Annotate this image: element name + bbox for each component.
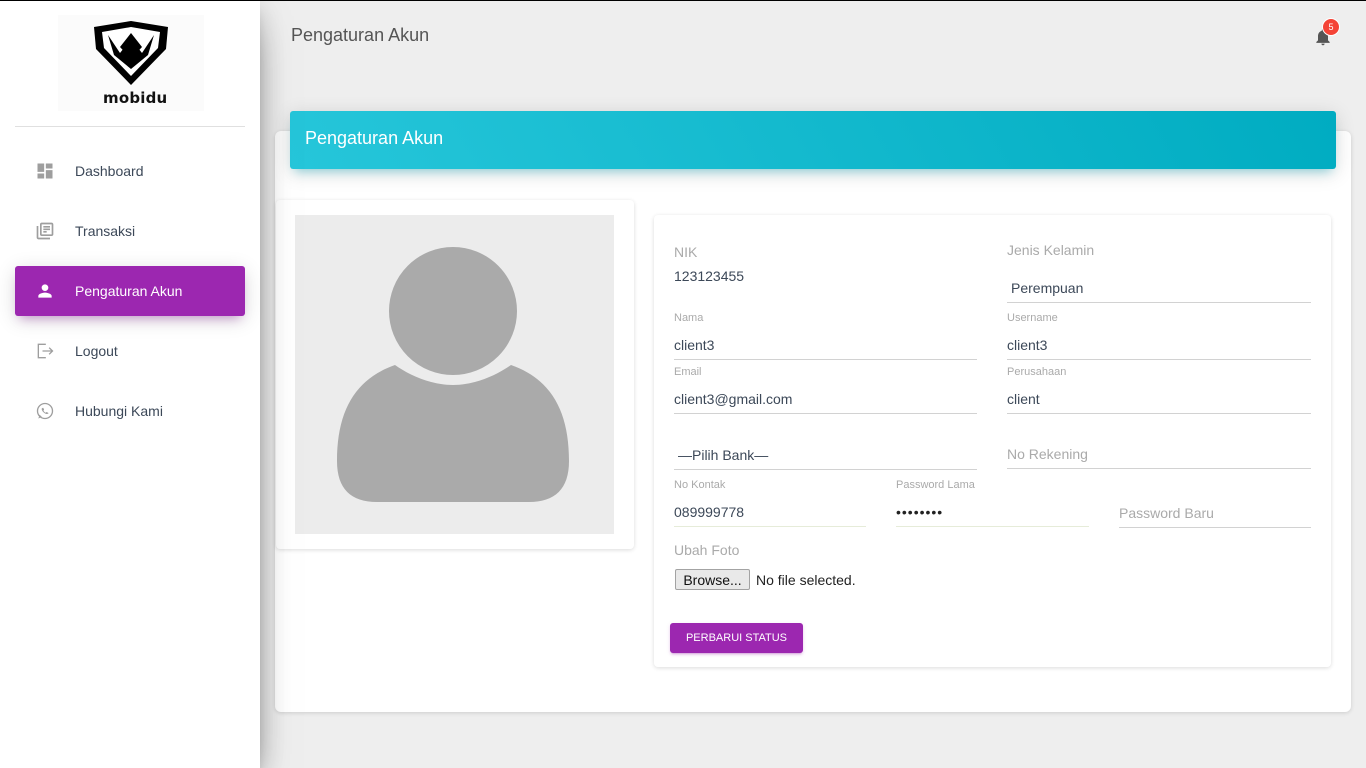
- name-label: Nama: [674, 312, 704, 324]
- sidebar-item-dashboard[interactable]: Dashboard: [15, 146, 245, 196]
- contact-field[interactable]: [674, 497, 866, 527]
- logout-icon: [35, 341, 55, 361]
- contact-label: No Kontak: [674, 479, 726, 491]
- account-number-field[interactable]: [1007, 439, 1311, 469]
- email-label: Email: [674, 366, 702, 378]
- dashboard-icon: [35, 161, 55, 181]
- sidebar-item-label: Dashboard: [75, 163, 144, 179]
- email-field[interactable]: [674, 384, 977, 414]
- gender-label: Jenis Kelamin: [1007, 242, 1095, 258]
- user-placeholder-icon: [337, 241, 569, 502]
- sidebar-divider: [15, 126, 245, 127]
- card-header: Pengaturan Akun: [290, 111, 1336, 169]
- company-field[interactable]: [1007, 384, 1311, 414]
- page-title: Pengaturan Akun: [291, 25, 430, 45]
- sidebar-item-hubungi-kami[interactable]: Hubungi Kami: [15, 386, 245, 436]
- sidebar-item-label: Transaksi: [75, 223, 136, 239]
- sidebar-item-pengaturan-akun[interactable]: Pengaturan Akun: [15, 266, 245, 316]
- card-title: Pengaturan Akun: [305, 128, 444, 148]
- sidebar-nav: Dashboard Transaksi Pengaturan Akun Logo…: [15, 146, 245, 446]
- company-label: Perusahaan: [1007, 366, 1067, 378]
- browse-button[interactable]: Browse...: [675, 569, 750, 590]
- logo-area: mobidu: [0, 1, 260, 126]
- sidebar-item-label: Hubungi Kami: [75, 403, 163, 419]
- new-password-field[interactable]: [1119, 498, 1311, 528]
- update-status-button[interactable]: PERBARUI STATUS: [670, 623, 803, 653]
- library-books-icon: [35, 221, 55, 241]
- nik-value: 123123455: [674, 268, 745, 284]
- avatar: [295, 215, 614, 534]
- gender-field[interactable]: [1007, 273, 1311, 303]
- old-password-dots: ••••••••: [896, 504, 944, 520]
- username-label: Username: [1007, 312, 1058, 324]
- file-status-text: No file selected.: [756, 572, 856, 588]
- photo-label: Ubah Foto: [674, 542, 740, 558]
- sidebar-item-transaksi[interactable]: Transaksi: [15, 206, 245, 256]
- bank-select[interactable]: [674, 440, 977, 470]
- name-field[interactable]: [674, 330, 977, 360]
- avatar-card: [276, 200, 634, 549]
- person-icon: [35, 281, 55, 301]
- nik-label: NIK: [674, 244, 698, 260]
- brand-name: mobidu: [103, 89, 168, 107]
- username-field[interactable]: [1007, 330, 1311, 360]
- old-password-label: Password Lama: [896, 479, 975, 491]
- whatsapp-icon: [35, 401, 55, 421]
- sidebar-item-logout[interactable]: Logout: [15, 326, 245, 376]
- notification-badge: 5: [1322, 18, 1340, 36]
- sidebar: mobidu Dashboard Transaksi Pengaturan Ak…: [0, 1, 260, 768]
- mobidu-logo-icon[interactable]: [90, 19, 172, 87]
- sidebar-item-label: Pengaturan Akun: [75, 283, 183, 299]
- sidebar-item-label: Logout: [75, 343, 118, 359]
